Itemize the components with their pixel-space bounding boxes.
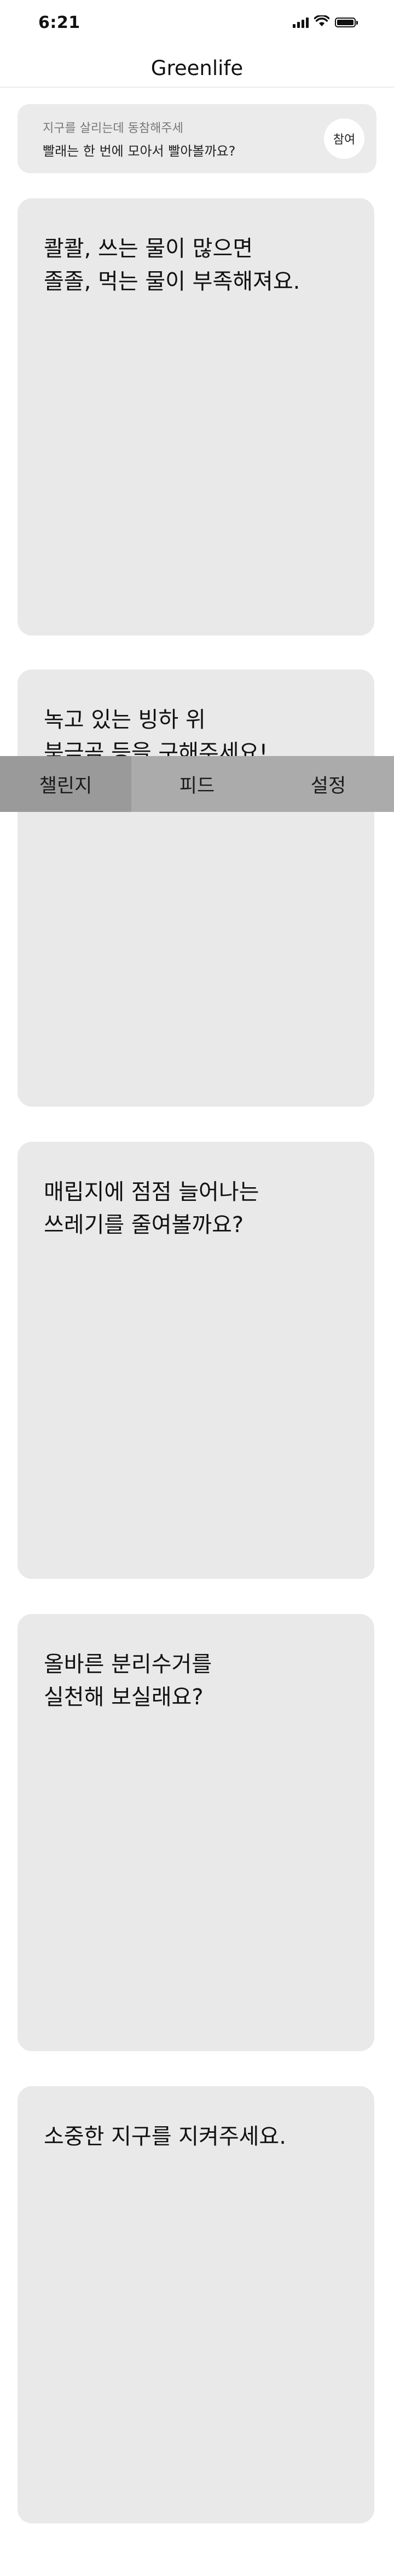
- challenge-card-water[interactable]: 콸콸, 쓰는 물이 많으면 졸졸, 먹는 물이 부족해져요.: [18, 198, 374, 636]
- battery-icon: [335, 18, 358, 27]
- challenge-card-recycling[interactable]: 올바른 분리수거를 실천해 보실래요?: [18, 1614, 374, 2051]
- challenge-banner: 지구를 살리는데 동참해주세 빨래는 한 번에 모아서 빨아볼까요? 참여: [18, 104, 376, 173]
- card-text: 올바른 분리수거를 실천해 보실래요?: [44, 1652, 212, 1710]
- card-text: 콸콸, 쓰는 물이 많으면 졸졸, 먹는 물이 부족해져요.: [44, 236, 300, 294]
- status-time: 6:21: [38, 13, 80, 32]
- header-divider: [0, 87, 394, 88]
- card-text: 매립지에 점점 늘어나는 쓰레기를 줄여볼까요?: [44, 1180, 259, 1238]
- wifi-icon: [314, 14, 330, 30]
- banner-subtitle: 지구를 살리는데 동참해주세: [43, 122, 183, 135]
- tab-settings[interactable]: 설정: [263, 756, 394, 812]
- challenge-card-landfill[interactable]: 매립지에 점점 늘어나는 쓰레기를 줄여볼까요?: [18, 1142, 374, 1579]
- banner-message: 빨래는 한 번에 모아서 빨아볼까요?: [43, 144, 236, 159]
- status-icons: [293, 14, 358, 30]
- signal-icon: [293, 17, 309, 28]
- tab-challenge[interactable]: 챌린지: [0, 756, 131, 812]
- tab-feed[interactable]: 피드: [131, 756, 263, 812]
- challenge-card-earth[interactable]: 소중한 지구를 지켜주세요.: [18, 2086, 374, 2523]
- challenge-card-glacier[interactable]: 녹고 있는 빙하 위 북극곰 등을 구해주세요!: [18, 669, 374, 1107]
- app-title: Greenlife: [150, 56, 244, 80]
- card-text: 소중한 지구를 지켜주세요.: [44, 2124, 286, 2149]
- tab-bar: 챌린지 피드 설정: [0, 756, 394, 812]
- join-button[interactable]: 참여: [324, 118, 364, 159]
- status-bar: 6:21: [0, 0, 394, 48]
